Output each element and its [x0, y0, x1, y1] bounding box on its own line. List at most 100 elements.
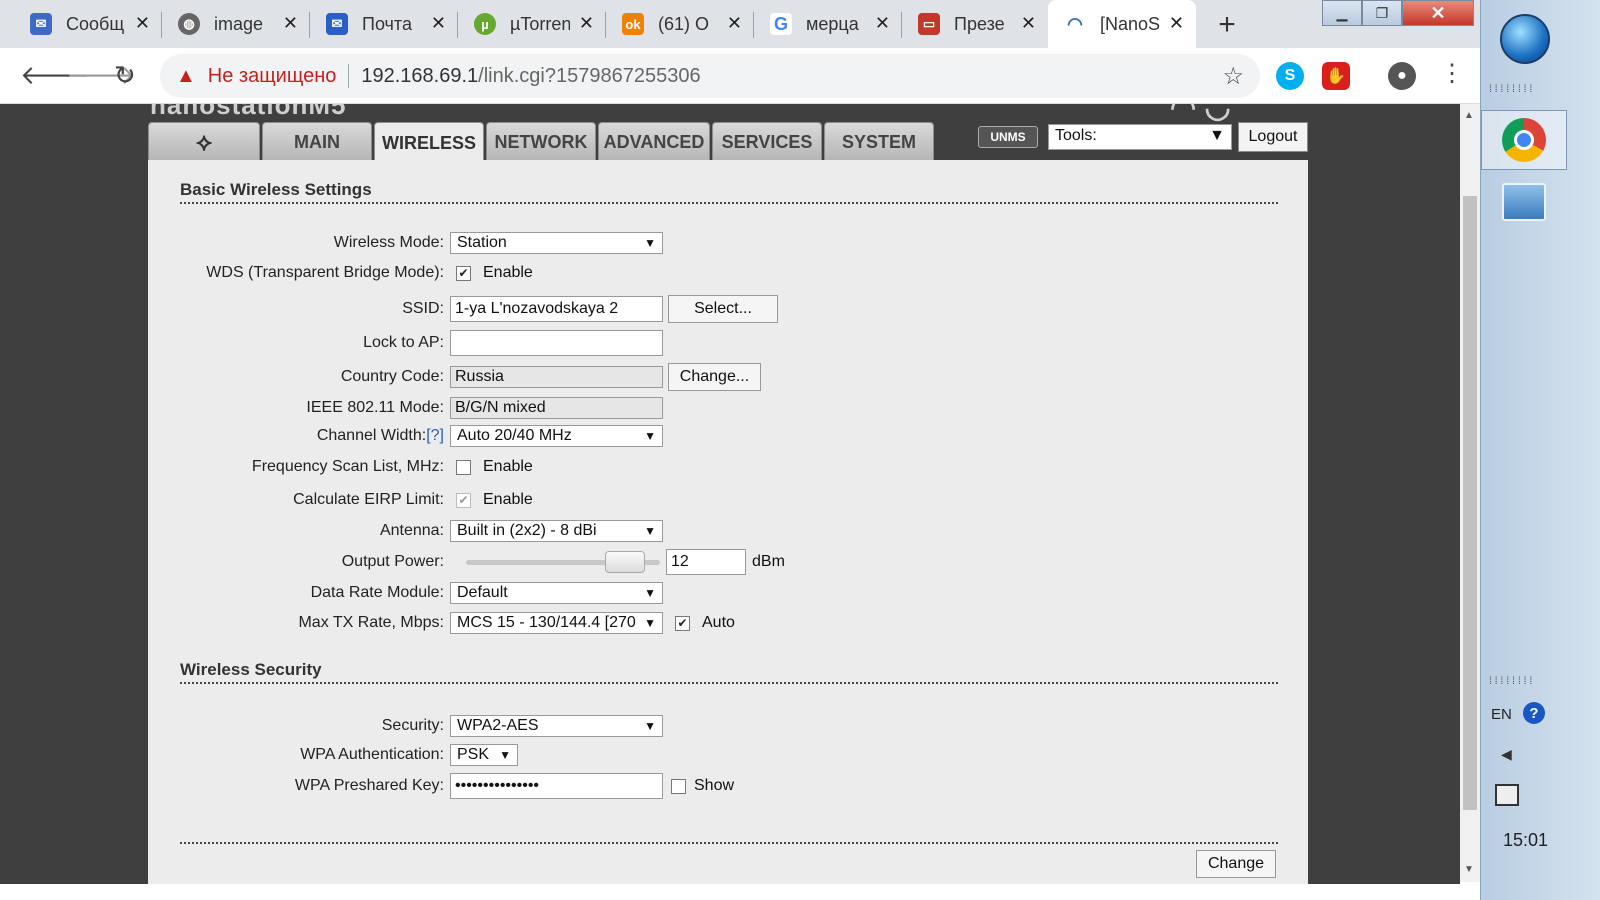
- close-tab-icon[interactable]: ✕: [431, 13, 446, 34]
- clock[interactable]: 15:01: [1503, 830, 1548, 851]
- network-icon[interactable]: [1495, 784, 1519, 806]
- tools-select[interactable]: Tools: ▼: [1048, 124, 1232, 150]
- browser-menu-icon[interactable]: ⋮: [1440, 62, 1464, 86]
- channel-width-label: Channel Width:[?]: [148, 427, 450, 445]
- data-rate-module-value: Default: [457, 584, 508, 601]
- data-rate-module-select[interactable]: Default ▼: [450, 582, 663, 604]
- adblock-extension-icon[interactable]: ✋: [1322, 62, 1350, 90]
- tab-ubnt-logo[interactable]: ⟡: [148, 122, 260, 162]
- channel-width-select[interactable]: Auto 20/40 MHz ▼: [450, 425, 663, 447]
- max-tx-auto-checkbox[interactable]: ✔: [675, 615, 690, 631]
- browser-tab[interactable]: ok (61) О ✕: [606, 0, 754, 48]
- tab-network[interactable]: NETWORK: [486, 122, 596, 162]
- omnibox[interactable]: ▲ Не защищено 192.168.69.1/link.cgi?1579…: [160, 54, 1260, 98]
- taskbar-chrome[interactable]: [1481, 110, 1567, 170]
- eirp-label: Calculate EIRP Limit:: [293, 491, 444, 508]
- close-tab-icon[interactable]: ✕: [727, 13, 742, 34]
- security-select[interactable]: WPA2-AES ▼: [450, 715, 663, 737]
- device-nav-tabs: ⟡ MAIN WIRELESS NETWORK ADVANCED SERVICE…: [148, 122, 936, 164]
- close-tab-icon[interactable]: ✕: [579, 13, 594, 34]
- wireless-mode-label: Wireless Mode:: [333, 234, 444, 251]
- close-tab-icon[interactable]: ✕: [135, 13, 150, 34]
- scrollbar-thumb[interactable]: [1463, 196, 1477, 810]
- url-text[interactable]: 192.168.69.1/link.cgi?1579867255306: [361, 65, 700, 88]
- dropdown-arrow-icon: ▼: [644, 586, 656, 600]
- message-icon: ✉: [30, 13, 52, 35]
- freq-scan-checkbox[interactable]: [456, 459, 471, 475]
- scroll-up-icon[interactable]: ▲: [1464, 110, 1474, 121]
- lock-ap-label: Lock to AP:: [363, 334, 444, 351]
- skype-extension-icon[interactable]: S: [1276, 62, 1304, 90]
- language-indicator[interactable]: EN: [1491, 706, 1512, 723]
- lock-ap-input[interactable]: [450, 330, 663, 356]
- taskbar-grip: ⁞⁞⁞⁞⁞⁞⁞⁞: [1489, 84, 1536, 95]
- change-submit-button[interactable]: Change: [1196, 850, 1276, 878]
- max-tx-label: Max TX Rate, Mbps:: [298, 614, 444, 631]
- tab-main[interactable]: MAIN: [262, 122, 372, 162]
- close-tab-icon[interactable]: ✕: [1169, 13, 1184, 34]
- help-icon[interactable]: ?: [1523, 702, 1545, 724]
- restore-button[interactable]: ❐: [1362, 0, 1402, 26]
- max-tx-select[interactable]: MCS 15 - 130/144.4 [270 ▼: [450, 612, 663, 634]
- antenna-select[interactable]: Built in (2x2) - 8 dBi ▼: [450, 520, 663, 542]
- browser-tab[interactable]: ✉ Сообщ ✕: [14, 0, 162, 48]
- start-button[interactable]: [1500, 14, 1550, 64]
- browser-tab[interactable]: ▭ Презе ✕: [902, 0, 1048, 48]
- wireless-mode-select[interactable]: Station ▼: [450, 232, 663, 254]
- dropdown-arrow-icon: ▼: [644, 429, 656, 443]
- divider: [348, 64, 350, 88]
- tab-advanced[interactable]: ADVANCED: [598, 122, 710, 162]
- channel-width-help-link[interactable]: [?]: [426, 427, 444, 444]
- browser-tab[interactable]: µ µTorrent ✕: [458, 0, 606, 48]
- minimize-button[interactable]: ▁: [1322, 0, 1362, 26]
- wpa-auth-select[interactable]: PSK ▼: [450, 744, 518, 766]
- ssid-input[interactable]: 1-ya L'nozavodskaya 2: [450, 296, 663, 322]
- tab-title: Почта: [362, 13, 412, 34]
- output-power-input[interactable]: 12: [666, 549, 746, 575]
- tab-system[interactable]: SYSTEM: [824, 122, 934, 162]
- eirp-checkbox[interactable]: ✔: [456, 492, 471, 508]
- wds-checkbox[interactable]: ✔: [456, 265, 471, 281]
- new-tab-button[interactable]: +: [1208, 6, 1246, 44]
- logout-button[interactable]: Logout: [1238, 122, 1308, 152]
- wpa-auth-row: WPA Authentication: PSK ▼: [148, 742, 1248, 768]
- reload-button[interactable]: ↻: [114, 60, 136, 91]
- browser-tab[interactable]: G мерца ✕: [754, 0, 902, 48]
- max-tx-value: MCS 15 - 130/144.4 [270: [457, 614, 636, 631]
- slider-thumb[interactable]: [605, 551, 645, 573]
- close-tab-icon[interactable]: ✕: [1021, 13, 1036, 34]
- close-tab-icon[interactable]: ✕: [283, 13, 298, 34]
- browser-tab[interactable]: ✉ Почта ✕: [310, 0, 458, 48]
- profile-avatar-icon[interactable]: ●: [1388, 62, 1416, 90]
- country-change-button[interactable]: Change...: [668, 363, 761, 391]
- tray-expand-icon[interactable]: ◀: [1501, 746, 1512, 763]
- settings-panel: Basic Wireless Settings Wireless Mode: S…: [148, 160, 1308, 884]
- unms-badge[interactable]: UNMS: [978, 126, 1038, 148]
- rss-icon: ◠: [1064, 13, 1086, 35]
- close-window-button[interactable]: ✕: [1402, 0, 1474, 26]
- close-tab-icon[interactable]: ✕: [875, 13, 890, 34]
- ssid-select-button[interactable]: Select...: [668, 295, 778, 323]
- browser-tab[interactable]: ◍ image ✕: [162, 0, 310, 48]
- tab-services[interactable]: SERVICES: [712, 122, 822, 162]
- security-indicator[interactable]: Не защищено: [208, 65, 337, 88]
- show-key-checkbox[interactable]: [671, 778, 686, 794]
- max-tx-auto-label: Auto: [702, 614, 735, 631]
- wireless-mode-value: Station: [457, 234, 507, 251]
- wds-label: WDS (Transparent Bridge Mode):: [206, 264, 444, 281]
- tab-wireless[interactable]: WIRELESS: [374, 122, 484, 164]
- tab-strip: ✉ Сообщ ✕ ◍ image ✕ ✉ Почта ✕ µ µTorrent…: [0, 0, 1480, 48]
- browser-tab-active[interactable]: ◠ [NanoS ✕: [1048, 0, 1196, 48]
- taskbar-presentation[interactable]: [1481, 172, 1567, 232]
- odnoklassniki-icon: ok: [622, 13, 644, 35]
- bookmark-star-icon[interactable]: ☆: [1222, 62, 1244, 91]
- country-row: Country Code: Russia Change...: [148, 363, 1248, 391]
- unms-label: UNMS: [990, 130, 1026, 144]
- scroll-down-icon[interactable]: ▼: [1464, 864, 1474, 875]
- page-scrollbar[interactable]: ▲ ▼: [1460, 104, 1480, 882]
- antenna-row: Antenna: Built in (2x2) - 8 dBi ▼: [148, 518, 1248, 544]
- output-power-slider[interactable]: [466, 551, 660, 573]
- utorrent-icon: µ: [474, 13, 496, 35]
- chrome-icon: [1502, 118, 1546, 162]
- wpa-key-input[interactable]: •••••••••••••••: [450, 773, 663, 799]
